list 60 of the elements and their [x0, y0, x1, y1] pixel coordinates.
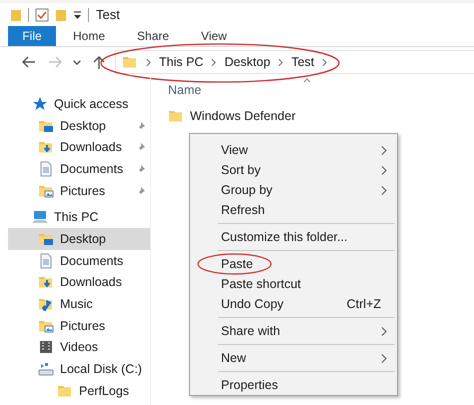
sidebar-item[interactable]: PerfLogs [8, 380, 150, 402]
sidebar-item[interactable]: Videos [8, 336, 150, 358]
column-header[interactable]: Name [168, 83, 202, 97]
sidebar-item[interactable]: Downloads [8, 136, 150, 158]
drive-icon [38, 361, 54, 378]
left-arrow-icon [21, 54, 37, 70]
ribbon-tab[interactable]: View [186, 26, 242, 46]
folder-icon [122, 54, 138, 70]
properties-icon[interactable] [35, 8, 49, 22]
document-icon [38, 252, 54, 269]
menu-item[interactable]: Sort by [192, 160, 395, 180]
sidebar-item[interactable]: Quick access [8, 93, 150, 115]
folder-icon[interactable] [55, 8, 67, 22]
breadcrumb-item[interactable]: Desktop [224, 55, 270, 69]
window-title: Test [96, 7, 120, 22]
computer-icon [32, 209, 48, 226]
breadcrumb-separator-icon [211, 58, 216, 66]
right-arrow-icon [47, 54, 63, 70]
breadcrumb-separator-icon [322, 58, 328, 66]
menu-item[interactable]: Paste [192, 254, 395, 274]
folder-icon [168, 108, 184, 124]
menu-item[interactable]: Refresh [192, 200, 395, 220]
menu-item[interactable]: Group by [192, 180, 395, 200]
file-name[interactable]: Windows Defender [190, 109, 296, 123]
menu-item[interactable]: View [192, 140, 395, 160]
sidebar-item[interactable]: Documents [8, 250, 150, 272]
menu-item[interactable]: Customize this folder... [192, 227, 395, 247]
sidebar-item[interactable]: Music [8, 293, 150, 315]
breadcrumb-separator-icon [146, 58, 151, 66]
breadcrumb-item[interactable]: This PC [159, 55, 204, 69]
downloads-folder-icon [38, 139, 54, 156]
folder-icon[interactable] [10, 8, 22, 22]
dropdown-icon[interactable] [73, 10, 82, 20]
video-icon [38, 339, 54, 356]
menu-item[interactable]: Properties [192, 375, 395, 395]
shortcut-text: Ctrl+Z [346, 297, 381, 311]
ribbon-tab[interactable]: Share [122, 26, 184, 46]
document-icon [38, 160, 54, 177]
sidebar-item[interactable]: Documents [8, 158, 150, 180]
sidebar-item[interactable]: Downloads [8, 272, 150, 294]
menu-item[interactable]: Undo Copy Ctrl+Z [192, 294, 395, 314]
up-arrow-icon [91, 54, 107, 70]
breadcrumb-separator-icon [278, 58, 284, 66]
sidebar-item[interactable]: This PC [8, 206, 150, 228]
sidebar-item[interactable]: Desktop [8, 228, 150, 250]
sidebar-item[interactable]: Pictures [8, 180, 150, 202]
menu-item[interactable]: Share with [192, 321, 395, 341]
star-icon [32, 96, 48, 112]
menu-item[interactable]: New [192, 348, 395, 368]
ribbon-tab[interactable]: Home [58, 26, 120, 46]
breadcrumb-item[interactable]: Test [291, 55, 314, 69]
address-bar[interactable]: This PC Desktop Test [115, 50, 474, 74]
downloads-folder-icon [38, 274, 54, 290]
music-note-icon [38, 296, 54, 312]
sidebar-item[interactable]: Desktop [8, 114, 150, 136]
sidebar-item[interactable]: Local Disk (C:) [8, 358, 150, 380]
chevron-down-icon [73, 60, 81, 64]
sidebar-item[interactable]: Pictures [8, 314, 150, 337]
menu-item[interactable]: Paste shortcut [192, 274, 395, 294]
file-menu-button[interactable]: File [8, 26, 56, 46]
